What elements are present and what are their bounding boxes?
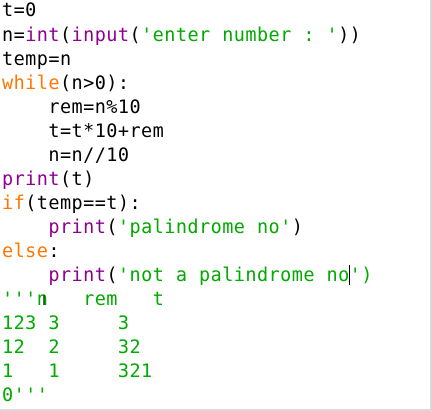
code-text: temp=n	[2, 49, 72, 70]
keyword-if: if	[2, 193, 26, 214]
code-line[interactable]: t=t*10+rem	[2, 120, 164, 144]
docstring-line[interactable]: '''n rem t	[2, 288, 164, 312]
ibeam-cursor-icon: I	[42, 294, 47, 309]
docstring-line[interactable]: 123 3 3	[2, 312, 129, 336]
builtin-print: print	[48, 265, 107, 286]
code-text: rem=n%10	[2, 97, 142, 118]
code-text: )	[291, 217, 304, 238]
code-line[interactable]: temp=n	[2, 48, 72, 72]
code-editor[interactable]: t=0 n=int(input('enter number : ')) temp…	[0, 0, 432, 411]
code-text: ))	[338, 25, 362, 46]
code-text: n=	[2, 25, 26, 46]
code-text: (	[59, 25, 72, 46]
code-line[interactable]: else:	[2, 240, 60, 264]
docstring-line[interactable]: 12 2 32	[2, 336, 141, 360]
code-text: (n>0):	[59, 73, 130, 94]
code-line[interactable]: n=n//10	[2, 144, 129, 168]
code-text: (temp==t):	[25, 193, 142, 214]
code-line[interactable]: print(t)	[2, 168, 95, 192]
code-line[interactable]: rem=n%10	[2, 96, 141, 120]
docstring-line[interactable]: 0'''	[2, 384, 48, 408]
code-line[interactable]: t=0	[2, 0, 37, 23]
builtin-print: print	[48, 217, 107, 238]
code-text: :	[48, 241, 60, 262]
builtin-input: input	[71, 25, 130, 46]
code-text: (	[106, 265, 118, 286]
builtin-int: int	[25, 25, 60, 46]
string-literal: 'enter number : '	[141, 25, 339, 46]
code-text: t=0	[2, 0, 37, 21]
string-literal: 'palindrome no'	[117, 217, 292, 238]
builtin-print: print	[2, 169, 60, 190]
code-line[interactable]: while(n>0):	[2, 72, 129, 96]
code-line[interactable]: print('not a palindrome no')	[2, 264, 373, 288]
code-text: (t)	[59, 169, 95, 190]
string-literal: 'not a palindrome no	[117, 265, 350, 286]
code-text: (	[106, 217, 118, 238]
code-line[interactable]: print('palindrome no')	[2, 216, 303, 240]
code-text: t=t*10+rem	[2, 121, 165, 142]
code-text: n=n//10	[2, 145, 130, 166]
code-line[interactable]: if(temp==t):	[2, 192, 141, 216]
code-text: (	[129, 25, 142, 46]
docstring-line[interactable]: 1 1 321	[2, 360, 153, 384]
code-line[interactable]: n=int(input('enter number : '))	[2, 24, 361, 48]
keyword-while: while	[2, 73, 60, 94]
keyword-else: else	[2, 241, 49, 262]
string-literal-end: ')	[349, 265, 373, 286]
